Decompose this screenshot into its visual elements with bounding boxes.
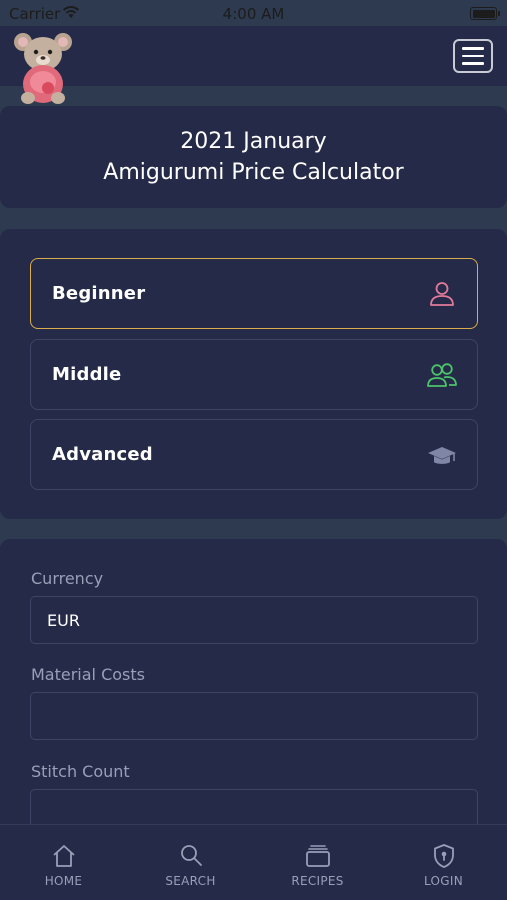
home-icon: [52, 845, 75, 867]
material-costs-input[interactable]: [30, 692, 478, 740]
level-label: Middle: [52, 364, 122, 385]
clock: 4:00 AM: [222, 5, 285, 23]
page-title: Amigurumi Price Calculator: [103, 160, 404, 185]
title-card: 2021 January Amigurumi Price Calculator: [0, 106, 507, 208]
level-selection-card: Beginner Middle Advanced: [0, 229, 507, 519]
recipes-icon: [305, 845, 330, 867]
material-costs-label: Material Costs: [31, 665, 145, 684]
title-date: 2021 January: [180, 129, 327, 154]
status-bar: Carrier 4:00 AM: [0, 0, 507, 26]
top-navigation-bar: [0, 26, 507, 86]
bottom-tab-bar: HOME SEARCH RECIPES LOGIN: [0, 824, 507, 900]
menu-line: [462, 47, 484, 50]
tab-home[interactable]: HOME: [0, 825, 127, 900]
battery-icon: [470, 7, 500, 20]
tab-label: HOME: [44, 874, 83, 888]
graduation-cap-icon: [428, 447, 456, 464]
tab-login[interactable]: LOGIN: [380, 825, 507, 900]
level-option-middle[interactable]: Middle: [30, 339, 478, 410]
tab-label: RECIPES: [291, 874, 344, 888]
teddy-bear-logo[interactable]: [12, 30, 74, 106]
user-icon: [430, 282, 454, 306]
level-option-advanced[interactable]: Advanced: [30, 419, 478, 490]
currency-input[interactable]: [30, 596, 478, 644]
tab-label: LOGIN: [423, 874, 464, 888]
search-icon: [180, 845, 202, 866]
currency-label: Currency: [31, 569, 104, 588]
tab-recipes[interactable]: RECIPES: [254, 825, 381, 900]
tab-label: SEARCH: [165, 874, 216, 888]
tab-search[interactable]: SEARCH: [127, 825, 254, 900]
menu-line: [462, 54, 484, 58]
level-label: Advanced: [52, 444, 153, 465]
menu-line: [462, 62, 484, 65]
hamburger-menu-button[interactable]: [453, 39, 493, 73]
users-icon: [427, 363, 457, 387]
shield-lock-icon: [433, 844, 454, 868]
level-label: Beginner: [52, 283, 146, 304]
stitch-count-label: Stitch Count: [31, 762, 130, 781]
level-option-beginner[interactable]: Beginner: [30, 258, 478, 329]
